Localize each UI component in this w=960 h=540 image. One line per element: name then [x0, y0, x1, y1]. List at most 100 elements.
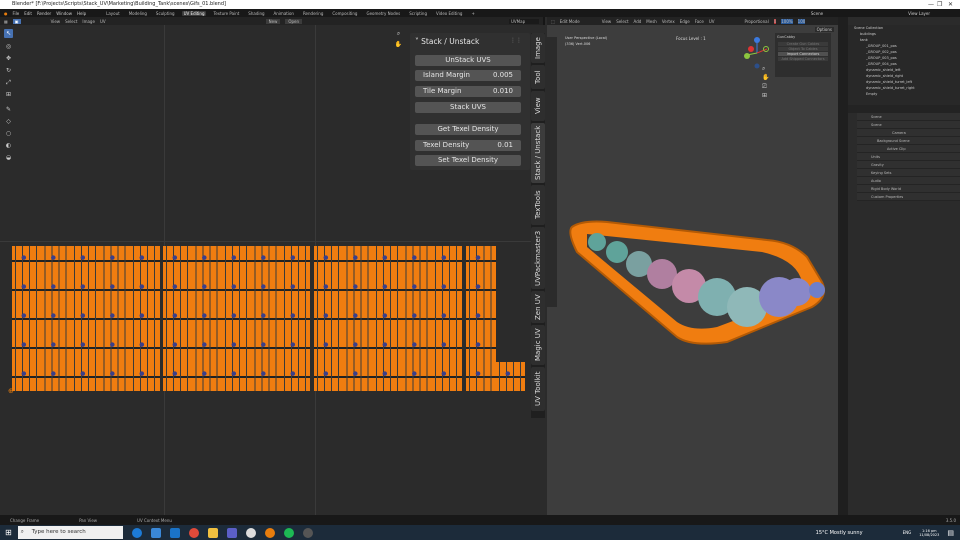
- tab-video-editing[interactable]: Video Editing: [434, 11, 464, 16]
- uv-tile-block[interactable]: [314, 246, 462, 391]
- scene-panel-header[interactable]: Scene: [857, 121, 960, 129]
- active-clip-field[interactable]: Active Clip: [857, 145, 960, 153]
- mail-icon[interactable]: [169, 527, 180, 538]
- proportional-selector[interactable]: Proportional: [744, 19, 768, 24]
- tab-uv-toolkit[interactable]: UV Toolkit: [531, 367, 545, 411]
- background-scene-field[interactable]: Background Scene: [857, 137, 960, 145]
- cursor-tool-icon[interactable]: ◎: [4, 42, 13, 51]
- grid-icon[interactable]: ⊞: [762, 92, 767, 99]
- file-explorer-icon[interactable]: [207, 527, 218, 538]
- scene-selector[interactable]: Scene: [811, 11, 823, 16]
- vp-menu-mesh[interactable]: Mesh: [646, 19, 657, 24]
- minimize-button[interactable]: —: [928, 0, 934, 9]
- tab-rendering[interactable]: Rendering: [301, 11, 325, 16]
- annotate-tool-icon[interactable]: ✎: [4, 105, 13, 114]
- uv-tile-block[interactable]: [163, 246, 310, 391]
- tab-shading[interactable]: Shading: [246, 11, 266, 16]
- rigid-body-world-panel[interactable]: Rigid Body World: [857, 185, 960, 193]
- pan-hand-icon[interactable]: ✋: [394, 40, 403, 49]
- island-margin-field[interactable]: Island Margin 0.005: [415, 70, 521, 81]
- object-to-cables-button[interactable]: Object To Cables: [778, 47, 828, 51]
- vp-menu-view[interactable]: View: [602, 19, 612, 24]
- relax-tool-icon[interactable]: ◐: [4, 141, 13, 150]
- close-button[interactable]: ✕: [948, 0, 953, 9]
- windows-start-icon[interactable]: ⊞: [5, 528, 12, 537]
- menu-render[interactable]: Render: [37, 11, 51, 16]
- tab-compositing[interactable]: Compositing: [330, 11, 359, 16]
- drag-handle-icon[interactable]: ⋮⋮: [510, 37, 522, 44]
- tab-sculpting[interactable]: Sculpting: [154, 11, 177, 16]
- stat-2[interactable]: 100: [797, 18, 806, 24]
- stat-1[interactable]: 100%: [781, 18, 793, 24]
- menu-help[interactable]: Help: [77, 11, 86, 16]
- uv-menu-image[interactable]: Image: [82, 19, 95, 24]
- tank-track-model[interactable]: [567, 212, 837, 352]
- 2d-cursor-icon[interactable]: ⊕: [8, 387, 14, 395]
- teams-icon[interactable]: [226, 527, 237, 538]
- vp-menu-face[interactable]: Face: [695, 19, 704, 24]
- weather[interactable]: 15°C Mostly sunny: [816, 530, 863, 536]
- zoom-icon[interactable]: ⌕: [394, 29, 403, 38]
- stat-0[interactable]: 0: [773, 18, 777, 24]
- camera-field[interactable]: Camera: [857, 129, 960, 137]
- tab-stack-unstack[interactable]: Stack / Unstack: [531, 123, 545, 183]
- view-layer-selector[interactable]: View Layer: [908, 11, 930, 16]
- vp-menu-add[interactable]: Add: [634, 19, 642, 24]
- vp-menu-uv[interactable]: UV: [709, 19, 715, 24]
- move-tool-icon[interactable]: ✥: [4, 54, 13, 63]
- create-gun-cables-button[interactable]: Create Gun Cables: [778, 42, 828, 46]
- blender-logo-icon[interactable]: ●: [4, 11, 8, 16]
- options-dropdown[interactable]: Options: [814, 27, 834, 32]
- scale-tool-icon[interactable]: ⤢: [4, 78, 13, 87]
- open-image-button[interactable]: Open: [285, 18, 303, 24]
- tab-textools[interactable]: TexTools: [531, 185, 545, 225]
- language[interactable]: ENG: [903, 530, 912, 535]
- editor-type-icon[interactable]: ▦: [4, 19, 8, 24]
- tab-geometry-nodes[interactable]: Geometry Nodes: [364, 11, 402, 16]
- zoom-icon[interactable]: ⌕: [762, 65, 765, 73]
- menu-edit[interactable]: Edit: [24, 11, 32, 16]
- tab-view[interactable]: View: [531, 91, 545, 121]
- unstack-uvs-button[interactable]: UnStack UVS: [415, 55, 521, 66]
- tab-texture-paint[interactable]: Texture Paint: [211, 11, 241, 16]
- units-panel[interactable]: Units: [857, 153, 960, 161]
- tab-zen-uv[interactable]: Zen UV: [531, 291, 545, 323]
- select-tool-icon[interactable]: ↖: [4, 29, 13, 38]
- mode-selector[interactable]: Edit Mode: [560, 19, 580, 24]
- tab-animation[interactable]: Animation: [272, 11, 296, 16]
- uv-menu-uv[interactable]: UV: [100, 19, 106, 24]
- recorder-icon[interactable]: [302, 527, 313, 538]
- notifications-icon[interactable]: ▤: [947, 529, 954, 537]
- tab-image[interactable]: Image: [531, 33, 545, 63]
- pinch-tool-icon[interactable]: ◒: [4, 153, 13, 162]
- keying-sets-panel[interactable]: Keying Sets: [857, 169, 960, 177]
- new-image-button[interactable]: New: [265, 18, 281, 24]
- 3d-viewport[interactable]: ⬚ Edit Mode View Select Add Mesh Vertex …: [547, 17, 838, 515]
- tab-tool[interactable]: Tool: [531, 65, 545, 89]
- clock[interactable]: 1:16 pm 11/08/2023: [919, 529, 939, 537]
- editor-type-icon[interactable]: ⬚: [551, 19, 555, 24]
- stack-uvs-button[interactable]: Stack UVS: [415, 102, 521, 113]
- camera-view-icon[interactable]: ⎚: [762, 83, 767, 91]
- edge-icon[interactable]: [131, 527, 142, 538]
- rotate-tool-icon[interactable]: ↻: [4, 66, 13, 75]
- add-workspace-button[interactable]: +: [469, 11, 476, 16]
- viewport-sidebar-tabs[interactable]: [838, 17, 848, 515]
- uv-tile-block[interactable]: [12, 246, 160, 391]
- vp-menu-edge[interactable]: Edge: [680, 19, 690, 24]
- menu-file[interactable]: File: [13, 11, 20, 16]
- tab-scripting[interactable]: Scripting: [407, 11, 429, 16]
- vp-menu-vertex[interactable]: Vertex: [662, 19, 675, 24]
- menu-window[interactable]: Window: [56, 11, 72, 16]
- texel-density-field[interactable]: Texel Density 0.01: [415, 140, 521, 151]
- uv-menu-select[interactable]: Select: [65, 19, 77, 24]
- uv-tile-block[interactable]: [466, 246, 496, 391]
- panel-title[interactable]: ˅ Stack / Unstack: [415, 37, 479, 46]
- transform-tool-icon[interactable]: ⊞: [4, 90, 13, 99]
- custom-properties-panel[interactable]: Custom Properties: [857, 193, 960, 201]
- maximize-button[interactable]: ❐: [937, 0, 942, 9]
- chrome-icon[interactable]: [188, 527, 199, 538]
- get-texel-density-button[interactable]: Get Texel Density: [415, 124, 521, 135]
- tab-modeling[interactable]: Modeling: [127, 11, 149, 16]
- uvmap-selector[interactable]: UVMap: [509, 18, 539, 24]
